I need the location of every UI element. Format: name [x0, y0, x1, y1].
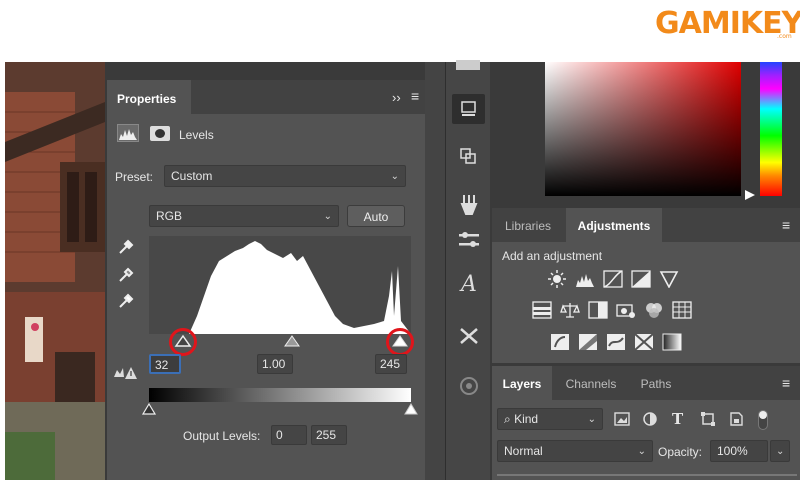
output-levels-label: Output Levels:: [183, 429, 261, 443]
highlight-circle-black: [169, 328, 197, 356]
filter-adjustment-layers-icon[interactable]: [642, 412, 658, 426]
output-black-slider-handle[interactable]: [141, 402, 157, 416]
layer-filter-value: Kind: [514, 412, 539, 426]
input-gamma-slider-handle[interactable]: [282, 334, 302, 348]
auto-button[interactable]: Auto: [347, 205, 405, 227]
filter-pixel-layers-icon[interactable]: [614, 412, 630, 426]
channel-value: RGB: [156, 209, 183, 223]
levels-histogram-icon: [117, 124, 139, 142]
gamikey-logo-suffix: .com: [777, 33, 792, 40]
layers-panel: Layers Channels Paths ≡ ⌕ Kind ⌄ T Norma…: [492, 366, 800, 480]
input-white-field[interactable]: 245: [375, 354, 407, 374]
document-canvas-photo: [5, 62, 120, 480]
posterize-icon[interactable]: [578, 333, 598, 351]
brightness-contrast-icon[interactable]: [547, 270, 567, 288]
exposure-icon[interactable]: [631, 270, 651, 288]
panel-gutter: [425, 62, 445, 480]
screenshot: GAMIKEY .com Properties ›› ≡ Levels Pres…: [0, 0, 800, 500]
gradient-map-icon[interactable]: [662, 333, 682, 351]
invert-icon[interactable]: [550, 333, 570, 351]
filter-type-layers-icon[interactable]: T: [672, 410, 683, 428]
adjustments-panel: Libraries Adjustments ≡ Add an adjustmen…: [492, 208, 800, 363]
gray-point-eyedropper-icon[interactable]: [116, 266, 136, 288]
levels-icon[interactable]: [575, 270, 595, 288]
tab-channels[interactable]: Channels: [554, 366, 628, 400]
opacity-dropdown-button[interactable]: ⌄: [770, 440, 790, 462]
color-lookup-icon[interactable]: [672, 301, 692, 319]
opacity-field[interactable]: 100%: [710, 440, 768, 462]
filter-shape-layers-icon[interactable]: [700, 412, 716, 426]
clipping-warning-icon[interactable]: [112, 365, 138, 384]
photo-filter-icon[interactable]: [616, 301, 636, 319]
color-balance-icon[interactable]: [560, 301, 580, 319]
channel-dropdown[interactable]: RGB ⌄: [149, 205, 339, 227]
chevron-down-icon: ⌄: [323, 211, 332, 222]
output-gradient-ramp: [149, 388, 411, 402]
history-panel-icon[interactable]: [454, 374, 484, 402]
opacity-value: 100%: [717, 444, 748, 458]
properties-panel: Properties ›› ≡ Levels Preset: Custom ⌄ …: [107, 80, 425, 480]
histogram-graph: [189, 241, 411, 334]
hue-saturation-icon[interactable]: [532, 301, 552, 319]
layer-filter-dropdown[interactable]: ⌕ Kind ⌄: [497, 408, 603, 430]
selective-color-icon[interactable]: [634, 333, 654, 351]
panel-menu-icon[interactable]: ≡: [411, 88, 419, 104]
layers-tabbar: Layers Channels Paths ≡: [492, 366, 800, 400]
input-gamma-field[interactable]: 1.00: [257, 354, 293, 374]
tab-adjustments[interactable]: Adjustments: [566, 208, 662, 242]
blend-mode-value: Normal: [504, 444, 543, 458]
black-point-eyedropper-icon[interactable]: [116, 238, 136, 260]
chevron-down-icon: ⌄: [637, 446, 646, 457]
collapsed-panel-icon[interactable]: [456, 60, 480, 70]
chevron-down-icon: ⌄: [390, 171, 399, 182]
preset-value: Custom: [171, 169, 213, 183]
output-white-field[interactable]: 255: [311, 425, 347, 445]
filter-toggle-switch[interactable]: [758, 410, 768, 430]
color-picker-field[interactable]: [545, 62, 741, 196]
tools-presets-icon[interactable]: [454, 324, 484, 352]
properties-panel-icon[interactable]: [452, 94, 485, 124]
hue-slider[interactable]: [760, 62, 782, 196]
blend-mode-dropdown[interactable]: Normal ⌄: [497, 440, 653, 462]
tab-paths[interactable]: Paths: [630, 366, 682, 400]
adjustments-sliders-icon[interactable]: [454, 229, 484, 255]
vibrance-icon[interactable]: [659, 270, 679, 288]
add-adjustment-hint: Add an adjustment: [502, 249, 603, 263]
properties-tabbar: Properties ›› ≡: [107, 80, 425, 114]
brush-panel-icon[interactable]: [454, 192, 484, 222]
chevron-down-icon: ⌄: [587, 414, 596, 425]
highlight-circle-white: [386, 328, 414, 356]
curves-icon[interactable]: [603, 270, 623, 288]
adjustment-title: Levels: [179, 128, 214, 142]
adjustments-tabbar: Libraries Adjustments ≡: [492, 208, 800, 242]
search-icon: ⌕: [504, 412, 511, 426]
character-panel-icon[interactable]: A: [454, 272, 484, 297]
preset-dropdown[interactable]: Custom ⌄: [164, 165, 406, 187]
lock-row-partial: [497, 470, 797, 480]
output-white-slider-handle[interactable]: [403, 402, 419, 416]
filter-smart-objects-icon[interactable]: [728, 412, 744, 426]
collapse-panel-icon[interactable]: ››: [392, 90, 401, 105]
3d-panel-icon[interactable]: [454, 144, 484, 172]
channel-mixer-icon[interactable]: [644, 301, 664, 319]
white-point-eyedropper-icon[interactable]: [116, 292, 136, 314]
brick-house-image: [5, 62, 120, 480]
threshold-icon[interactable]: [606, 333, 626, 351]
layer-mask-icon[interactable]: [150, 126, 170, 141]
tab-libraries[interactable]: Libraries: [492, 208, 564, 242]
output-black-field[interactable]: 0: [271, 425, 307, 445]
tab-properties[interactable]: Properties: [107, 80, 191, 114]
panel-menu-icon[interactable]: ≡: [782, 217, 790, 233]
panel-menu-icon[interactable]: ≡: [782, 375, 790, 391]
levels-histogram: [149, 236, 411, 334]
tab-layers[interactable]: Layers: [492, 366, 552, 400]
preset-label: Preset:: [115, 170, 154, 184]
opacity-label: Opacity:: [658, 445, 703, 459]
panel-icon-strip: A: [445, 60, 490, 480]
input-black-field[interactable]: 32: [149, 354, 181, 374]
chevron-down-icon: ⌄: [776, 446, 785, 457]
black-white-icon[interactable]: [588, 301, 608, 319]
